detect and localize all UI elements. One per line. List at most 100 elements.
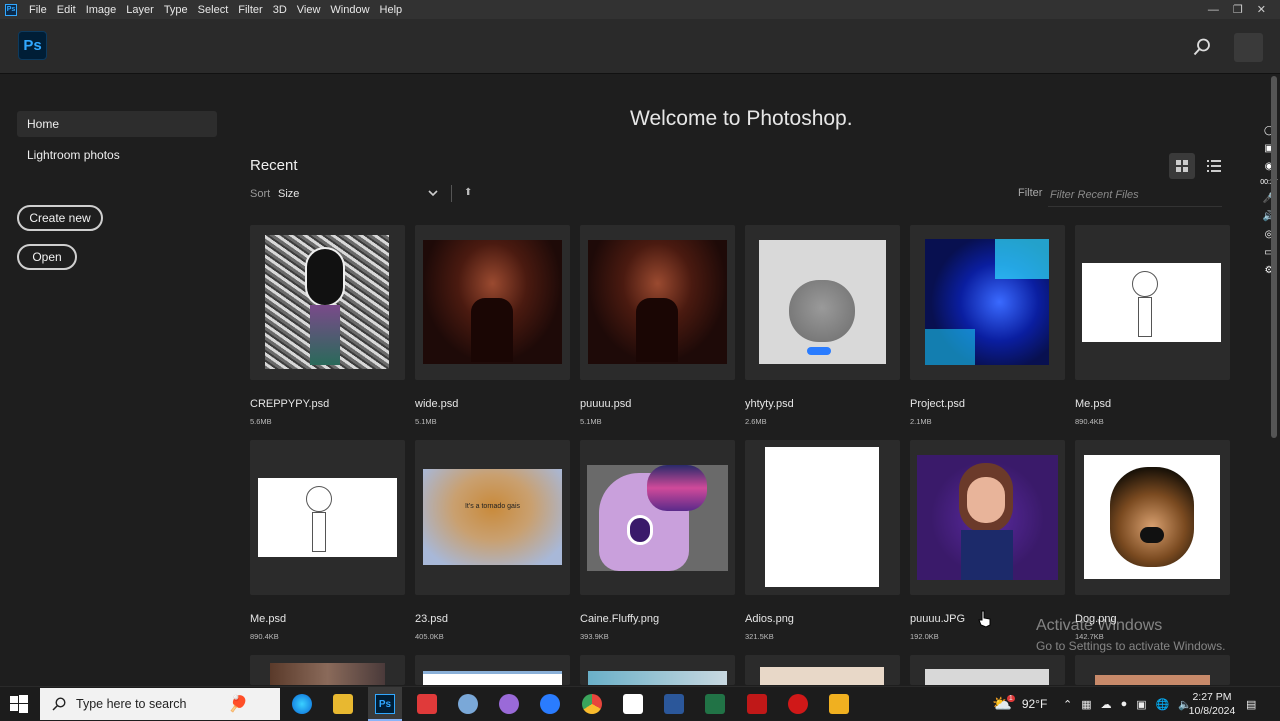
thumbnail (423, 240, 562, 364)
file-name[interactable]: Project.psd (910, 398, 965, 410)
record-app-icon[interactable] (788, 694, 808, 714)
file-name[interactable]: yhtyty.psd (745, 398, 794, 410)
file-name[interactable]: CREPPYPY.psd (250, 398, 329, 410)
nav-home[interactable]: Home (17, 111, 217, 137)
capcut-icon[interactable] (623, 694, 643, 714)
sort-select[interactable]: Size (278, 188, 299, 200)
excel-icon[interactable] (705, 694, 725, 714)
file-card-partial[interactable] (415, 655, 570, 685)
file-name[interactable]: Caine.Fluffy.png (580, 613, 659, 625)
windows-start-icon[interactable] (10, 695, 28, 713)
cloud-icon[interactable]: ☁ (1101, 698, 1112, 711)
filter-input[interactable] (1048, 183, 1222, 207)
menu-view[interactable]: View (297, 4, 321, 16)
menu-file[interactable]: File (29, 4, 47, 16)
file-card-me-psd-1[interactable] (1075, 225, 1230, 380)
sticky-notes-icon[interactable] (829, 694, 849, 714)
file-card-partial[interactable] (250, 655, 405, 685)
chrome-icon[interactable] (582, 694, 602, 714)
file-card-me-psd-2[interactable] (250, 440, 405, 595)
thumbnail (765, 447, 879, 587)
restore-icon[interactable]: ❐ (1233, 3, 1243, 16)
edge-icon[interactable] (292, 694, 312, 714)
minimize-icon[interactable]: — (1208, 4, 1219, 16)
file-name[interactable]: Me.psd (250, 613, 286, 625)
taskbar-photoshop-active[interactable]: Ps (368, 687, 402, 721)
microphone-icon[interactable]: ● (1121, 698, 1128, 710)
home-sidebar: Home Lightroom photos Create new Open (0, 75, 230, 685)
menu-select[interactable]: Select (198, 4, 229, 16)
file-card-dog[interactable] (1075, 440, 1230, 595)
app-icon-blue[interactable] (458, 694, 478, 714)
scrollbar[interactable] (1271, 76, 1277, 438)
sort-label: Sort (250, 188, 271, 200)
file-size: 192.0KB (910, 632, 939, 641)
chevron-up-icon[interactable]: ⌃ (1063, 698, 1072, 711)
file-card-puuuu-psd[interactable] (580, 225, 735, 380)
file-size: 5.6MB (250, 417, 272, 426)
network-icon[interactable]: ▣ (1136, 698, 1146, 711)
system-clock[interactable]: 2:27 PM 10/8/2024 (1187, 690, 1237, 718)
file-card-project[interactable] (910, 225, 1065, 380)
file-card-adios[interactable] (745, 440, 900, 595)
file-explorer-icon[interactable] (333, 694, 353, 714)
globe-icon[interactable]: 🌐 (1156, 698, 1170, 711)
notification-icon[interactable]: ▤ (1246, 687, 1256, 721)
divider (451, 185, 452, 202)
app-icon-red[interactable] (417, 694, 437, 714)
avatar[interactable] (1234, 33, 1263, 62)
file-name[interactable]: Adios.png (745, 613, 794, 625)
list-view-icon[interactable] (1205, 157, 1223, 175)
nav-lightroom-photos[interactable]: Lightroom photos (17, 142, 217, 168)
photoshop-icon: Ps (375, 694, 395, 714)
activation-watermark-title: Activate Windows (1036, 617, 1163, 634)
word-icon[interactable] (664, 694, 684, 714)
file-card-partial[interactable] (580, 655, 735, 685)
file-card-partial[interactable] (910, 655, 1065, 685)
taskbar-search-input[interactable] (76, 697, 226, 711)
chevron-down-icon[interactable] (428, 188, 438, 198)
app-icon-dark-red[interactable] (747, 694, 767, 714)
zoom-icon[interactable] (540, 694, 560, 714)
photoshop-small-icon: Ps (5, 3, 17, 16)
menu-layer[interactable]: Layer (126, 4, 154, 16)
open-button[interactable]: Open (17, 244, 77, 270)
file-name[interactable]: puuuu.psd (580, 398, 631, 410)
menu-3d[interactable]: 3D (273, 4, 287, 16)
file-card-caine-fluffy[interactable] (580, 440, 735, 595)
grid-view-button[interactable] (1169, 153, 1195, 179)
file-name[interactable]: 23.psd (415, 613, 448, 625)
weather-temp: 92°F (1021, 697, 1048, 711)
taskbar-search[interactable]: 🏓 (40, 688, 280, 720)
menu-image[interactable]: Image (86, 4, 117, 16)
file-card-23[interactable]: It's a tornado gais (415, 440, 570, 595)
file-size: 2.6MB (745, 417, 767, 426)
file-name[interactable]: Me.psd (1075, 398, 1111, 410)
create-new-button[interactable]: Create new (17, 205, 103, 231)
file-card-partial[interactable] (1075, 655, 1230, 685)
weather-widget[interactable]: ⛅ 1 92°F (992, 687, 1047, 721)
menu-filter[interactable]: Filter (238, 4, 262, 16)
menu-edit[interactable]: Edit (57, 4, 76, 16)
file-name[interactable]: puuuu.JPG (910, 613, 965, 625)
file-card-wide[interactable] (415, 225, 570, 380)
system-tray: ⌃ ▦ ☁ ● ▣ 🌐 🔈 (1063, 687, 1192, 721)
search-icon[interactable] (1193, 38, 1211, 56)
thumbnail (1082, 263, 1221, 342)
thumbnail (265, 235, 389, 369)
menu-window[interactable]: Window (330, 4, 369, 16)
feather-app-icon[interactable] (499, 694, 519, 714)
file-card-yhtyty[interactable] (745, 225, 900, 380)
file-name[interactable]: wide.psd (415, 398, 458, 410)
file-card-creppypy[interactable] (250, 225, 405, 380)
thumbnail (925, 239, 1049, 365)
close-icon[interactable]: ✕ (1257, 3, 1266, 16)
file-card-partial[interactable] (745, 655, 900, 685)
file-card-puuuu-jpg[interactable] (910, 440, 1065, 595)
grid-icon (1176, 160, 1188, 172)
menu-type[interactable]: Type (164, 4, 188, 16)
recent-heading: Recent (250, 157, 298, 174)
menu-help[interactable]: Help (380, 4, 403, 16)
meet-now-icon[interactable]: ▦ (1081, 698, 1091, 711)
sort-direction-icon[interactable]: ⬆ (464, 187, 472, 198)
